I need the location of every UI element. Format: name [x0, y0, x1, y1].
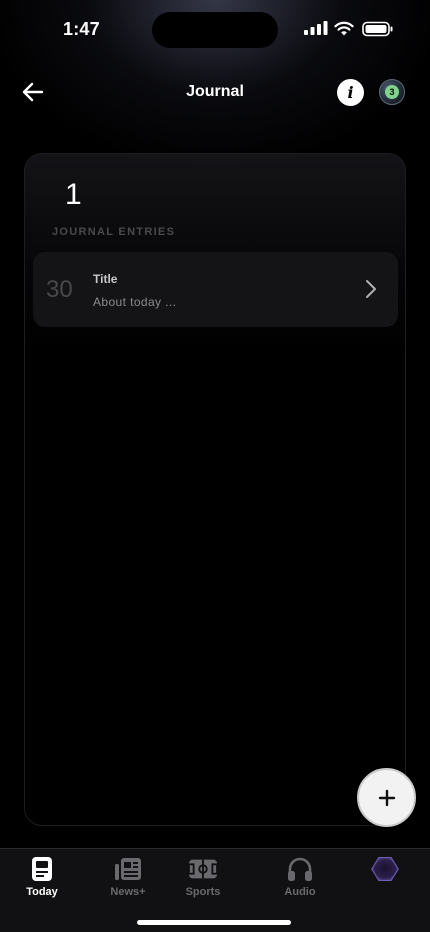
journal-card: 1 JOURNAL ENTRIES 30 Title About today .…	[24, 153, 406, 826]
sports-icon	[188, 855, 218, 883]
streak-badge-button[interactable]: 3	[379, 79, 405, 105]
dynamic-island	[152, 12, 278, 48]
navigation-bar: Journal i 3	[0, 70, 430, 114]
tab-audio[interactable]: Audio	[268, 855, 332, 899]
wifi-icon	[334, 21, 354, 36]
tab-bar: Today News+ Sports Audio	[0, 848, 430, 932]
tab-audio-label: Audio	[284, 886, 316, 898]
tab-today-label: Today	[26, 886, 58, 898]
cellular-signal-icon	[304, 21, 328, 35]
journal-entries-label: JOURNAL ENTRIES	[52, 226, 176, 238]
tab-today[interactable]: Today	[10, 855, 74, 899]
journal-entry-count: 1	[65, 178, 82, 211]
entry-title: Title	[93, 272, 118, 286]
headphones-icon	[285, 855, 315, 883]
news-icon	[113, 855, 143, 883]
tab-sports-label: Sports	[185, 886, 221, 898]
entry-subtitle: About today ...	[93, 295, 177, 309]
plus-icon	[378, 789, 395, 806]
status-bar: 1:47	[0, 0, 430, 60]
battery-icon	[362, 21, 393, 37]
today-icon	[27, 855, 57, 883]
tab-news-plus[interactable]: News+	[96, 855, 160, 899]
tab-profile[interactable]	[353, 855, 417, 899]
info-button[interactable]: i	[337, 79, 364, 106]
status-time: 1:47	[63, 19, 100, 39]
tab-news-plus-label: News+	[110, 886, 146, 898]
tab-sports[interactable]: Sports	[171, 855, 235, 899]
info-icon: i	[347, 83, 354, 102]
journal-entry-row[interactable]: 30 Title About today ...	[33, 252, 398, 327]
page-title: Journal	[186, 83, 244, 100]
home-indicator[interactable]	[137, 920, 291, 925]
badge-count: 3	[385, 85, 399, 99]
entry-day: 30	[46, 276, 73, 303]
profile-hex-icon	[370, 855, 400, 883]
add-entry-button[interactable]	[357, 768, 416, 827]
chevron-right-icon	[366, 280, 376, 298]
